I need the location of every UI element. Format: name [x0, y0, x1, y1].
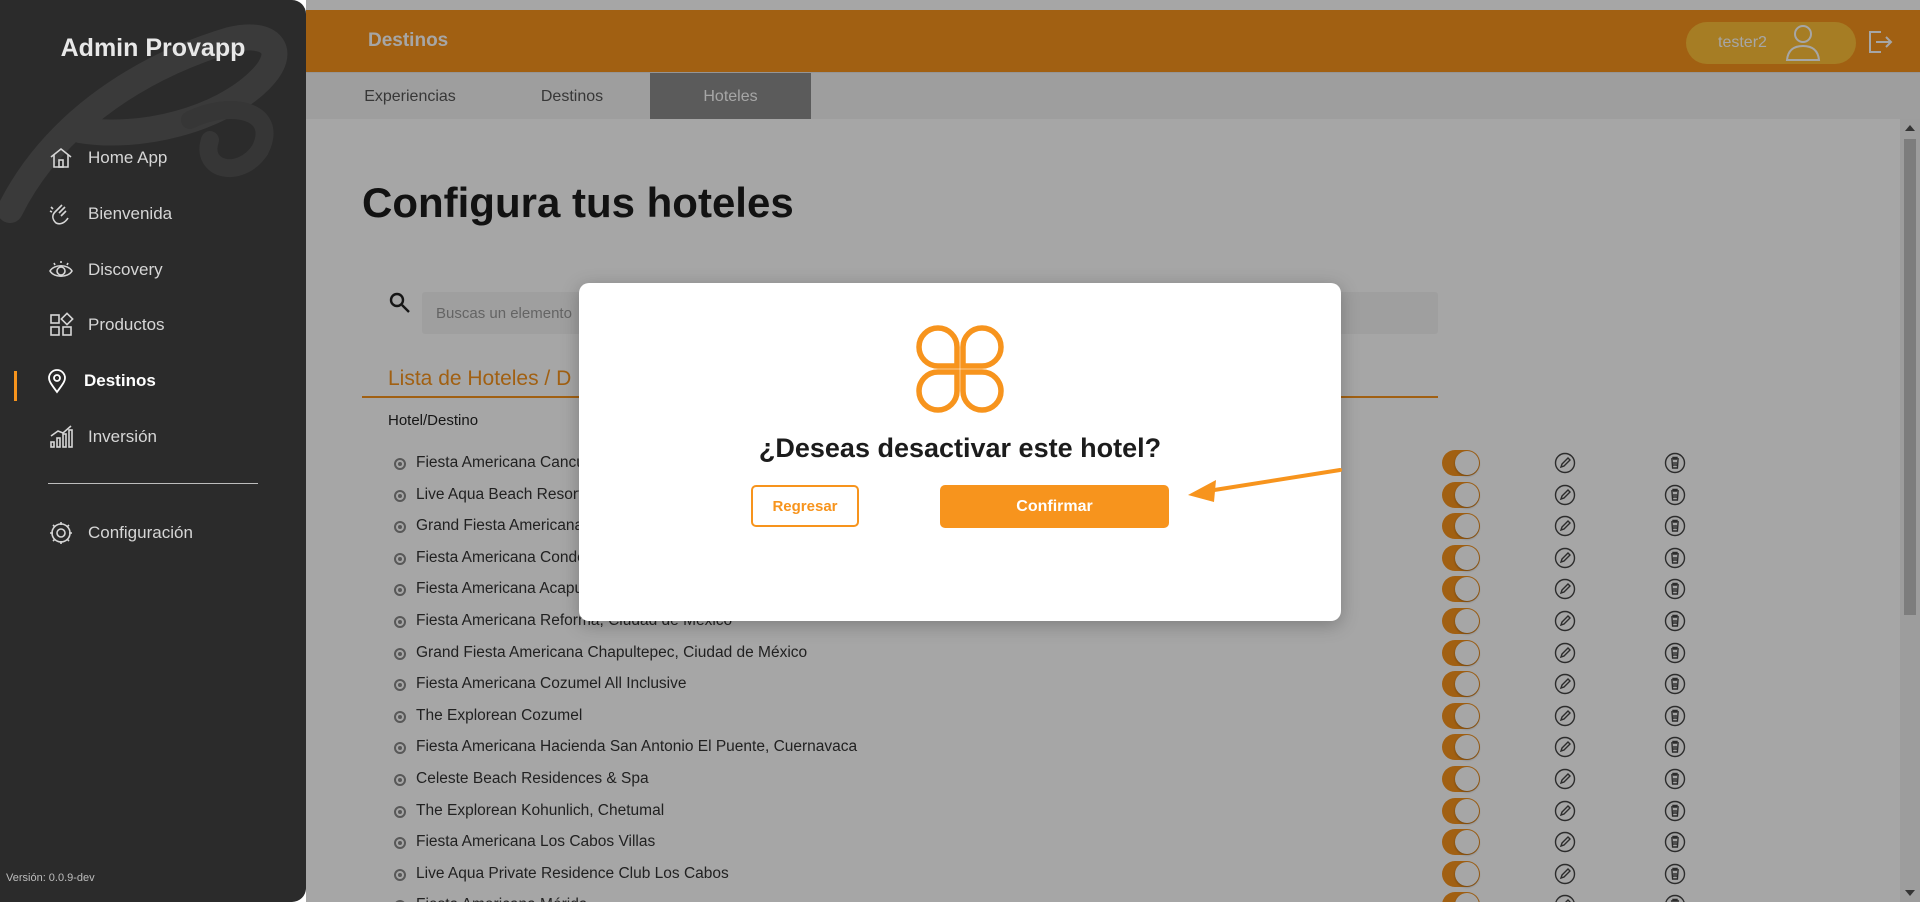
sidebar-item-label: Productos — [88, 315, 165, 334]
sidebar-item-home-app[interactable]: Home App — [48, 138, 167, 178]
sidebar-item-label: Configuración — [88, 523, 193, 542]
active-indicator — [14, 371, 17, 401]
sidebar-item-bienvenida[interactable]: Bienvenida — [48, 194, 172, 234]
back-button[interactable]: Regresar — [751, 485, 859, 527]
bar-chart-icon — [50, 425, 73, 448]
confirm-button[interactable]: Confirmar — [940, 485, 1169, 528]
sidebar-item-inversion[interactable]: Inversión — [48, 417, 157, 457]
wave-hand-icon — [49, 204, 69, 225]
sidebar-item-label: Home App — [88, 148, 168, 167]
brand-title: Admin Provapp — [60, 34, 246, 62]
sidebar-item-label: Inversión — [88, 427, 157, 446]
sidebar: Admin Provapp Home App Bienvenida Discov… — [0, 0, 306, 902]
annotation-arrow-icon — [1188, 468, 1342, 502]
sidebar-divider — [48, 483, 258, 484]
eye-icon — [49, 261, 73, 278]
grid-icon — [50, 312, 74, 336]
sidebar-item-label: Bienvenida — [88, 204, 173, 223]
sidebar-item-label: Destinos — [84, 371, 156, 390]
version-label: Versión: 0.0.9-dev — [6, 872, 95, 884]
confirm-dialog: ¿Deseas desactivar este hotel? Regresar … — [579, 283, 1341, 621]
sidebar-item-destinos[interactable]: Destinos — [44, 361, 156, 401]
sidebar-item-discovery[interactable]: Discovery — [48, 250, 163, 290]
dialog-question: ¿Deseas desactivar este hotel? — [758, 433, 1162, 463]
clover-logo-icon — [916, 325, 1004, 413]
sidebar-item-configuracion[interactable]: Configuración — [48, 513, 193, 553]
map-pin-icon — [48, 369, 66, 394]
home-icon — [50, 147, 72, 168]
sidebar-item-productos[interactable]: Productos — [48, 305, 165, 345]
sidebar-item-label: Discovery — [88, 260, 163, 279]
gear-icon — [50, 522, 72, 544]
